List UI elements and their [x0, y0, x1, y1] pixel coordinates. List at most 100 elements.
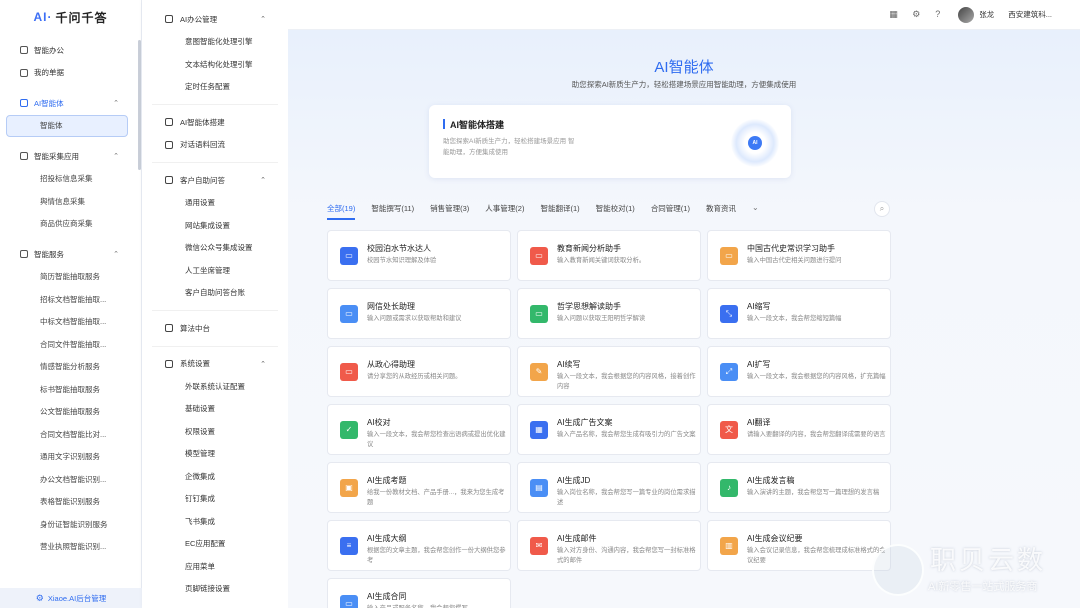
- sidebar-item-opinion-collection[interactable]: 舆情信息采集: [0, 190, 141, 213]
- chevron-up-icon: ⌃: [260, 16, 266, 23]
- menu-item[interactable]: 微信公众号集成设置: [142, 237, 288, 260]
- agent-card-title: AI生成广告文案: [557, 418, 613, 427]
- agent-card[interactable]: ✎ AI续写 输入一段文本，我会根据您的内容风格，接着创作内容: [517, 346, 701, 397]
- sidebar-item-my-documents[interactable]: 我的单据: [0, 62, 141, 85]
- menu-item[interactable]: 文本结构化处理引擎: [142, 53, 288, 76]
- tab-category[interactable]: 人事管理(2): [485, 203, 524, 217]
- app-logo[interactable]: AI· 千问千答: [0, 0, 141, 34]
- agent-card[interactable]: ▭ 网信处长助理 输入问题或需求以获取帮助和建议: [327, 288, 511, 339]
- sidebar-group-ai-agent[interactable]: AI智能体 ⌃: [0, 92, 141, 115]
- sidebar-item-service[interactable]: 合同文件智能抽取...: [0, 333, 141, 356]
- agent-card-desc: 输入演讲的主题，我会帮您写一篇理想的发言稿: [747, 489, 880, 496]
- sidebar-item-service[interactable]: 合同文档智能比对...: [0, 423, 141, 446]
- menu-item[interactable]: 飞书集成: [142, 510, 288, 533]
- sidebar-item-agent[interactable]: 智能体: [6, 114, 128, 137]
- sidebar-item-service[interactable]: 身份证智能识别服务: [0, 513, 141, 536]
- agent-card[interactable]: ≡ AI生成大纲 根据您的文章主题，我会帮您创作一份大纲供您参考: [327, 520, 511, 571]
- user-menu[interactable]: 张龙: [958, 6, 994, 23]
- agent-card[interactable]: ▣ AI生成考题 给我一份教材文档、产品手册...，我来为您生成考题: [327, 462, 511, 513]
- tab-category[interactable]: 全部(19): [327, 203, 356, 220]
- agent-card[interactable]: 文 AI翻译 请输入要翻译的内容，我会帮您翻译成需要的语言: [707, 404, 891, 455]
- menu-section-agent-build[interactable]: AI智能体搭建: [142, 111, 288, 134]
- page-title: AI智能体: [654, 59, 714, 76]
- agent-card[interactable]: ▥ AI生成会议纪要 输入会议记录信息，我会帮您梳理成标准格式的会议纪要: [707, 520, 891, 571]
- menu-item[interactable]: 页脚链接设置: [142, 578, 288, 601]
- book-icon: ▭: [720, 247, 738, 265]
- menu-item[interactable]: EC应用配置: [142, 533, 288, 556]
- chat-icon: ▭: [340, 363, 358, 381]
- chevron-down-icon[interactable]: ⌄: [752, 203, 759, 217]
- agent-card[interactable]: ▭ 从政心得助理 请分享您的从政经历或相关问题。: [327, 346, 511, 397]
- exam-icon: ▣: [340, 479, 358, 497]
- menu-item[interactable]: 企微集成: [142, 465, 288, 488]
- agent-card[interactable]: ▭ 教育新闻分析助手 输入教育新闻关键词获取分析。: [517, 230, 701, 281]
- page-subtitle: 助您探索AI新质生产力，轻松搭建场景应用智能助理，方便集成使用: [571, 80, 797, 89]
- settings-icon[interactable]: ⚙: [912, 10, 921, 19]
- office-icon: [165, 15, 173, 24]
- agent-card-desc: 输入一段文本，我会帮您缩短篇幅: [747, 315, 842, 322]
- sidebar-item-service[interactable]: 营业执照智能识别...: [0, 536, 141, 559]
- agent-card[interactable]: ▭ 哲学思想解读助手 输入问题以获取王阳明哲学解读: [517, 288, 701, 339]
- agent-card-title: 哲学思想解读助手: [557, 302, 621, 311]
- agent-card[interactable]: ▭ 中国古代史常识学习助手 输入中国古代史相关问题进行提问: [707, 230, 891, 281]
- menu-item[interactable]: 外联系统认证配置: [142, 375, 288, 398]
- agent-card-title: 校园泊水节水达人: [367, 244, 431, 253]
- menu-item[interactable]: 客户自助问答台账: [142, 282, 288, 305]
- tab-category[interactable]: 智能撰写(11): [371, 203, 414, 217]
- sidebar-scrollbar[interactable]: [138, 40, 141, 170]
- sidebar-item-service[interactable]: 办公文档智能识别...: [0, 468, 141, 491]
- tab-category[interactable]: 智能校对(1): [596, 203, 635, 217]
- tab-category[interactable]: 合同管理(1): [651, 203, 690, 217]
- agent-build-card[interactable]: AI智能体搭建 助您探索AI新质生产力，轻松搭建场景应用 智能助理，方便集成使用…: [429, 105, 791, 178]
- sidebar-item-service[interactable]: 简历智能抽取服务: [0, 266, 141, 289]
- sidebar-item-service[interactable]: 情感智能分析服务: [0, 356, 141, 379]
- sidebar-item-service[interactable]: 表格智能识别服务: [0, 491, 141, 514]
- agent-card[interactable]: ▤ AI生成JD 输入岗位名称，我会帮您写一篇专业的岗位需求描述: [517, 462, 701, 513]
- sidebar-item-bid-collection[interactable]: 招投标信息采集: [0, 168, 141, 191]
- sidebar-item-service[interactable]: 标书智能抽取服务: [0, 378, 141, 401]
- sidebar-item-service[interactable]: 公文智能抽取服务: [0, 401, 141, 424]
- sidebar-item-supplier-collection[interactable]: 商品供应商采集: [0, 213, 141, 236]
- sidebar-item-service[interactable]: 招标文档智能抽取...: [0, 288, 141, 311]
- agent-card[interactable]: ▭ AI生成合同输入产品或服务名称，我会帮您撰写: [327, 578, 511, 608]
- menu-item[interactable]: 应用菜单: [142, 555, 288, 578]
- menu-item[interactable]: 网站集成设置: [142, 214, 288, 237]
- agent-card[interactable]: ♪ AI生成发言稿 输入演讲的主题，我会帮您写一篇理想的发言稿: [707, 462, 891, 513]
- tab-category[interactable]: 智能翻译(1): [540, 203, 579, 217]
- admin-backend-link[interactable]: ⚙ Xiaoe.AI后台管理: [0, 588, 142, 608]
- ad-icon: ▦: [530, 421, 548, 439]
- menu-item[interactable]: 基础设置: [142, 398, 288, 421]
- sidebar-item-smart-office[interactable]: 智能办公: [0, 39, 141, 62]
- sidebar-item-service[interactable]: 通用文字识别服务: [0, 446, 141, 469]
- chevron-up-icon: ⌃: [260, 360, 266, 368]
- menu-item[interactable]: 定时任务配置: [142, 76, 288, 99]
- sidebar-group-collection[interactable]: 智能采集应用 ⌃: [0, 145, 141, 168]
- menu-section-ai-office[interactable]: AI办公管理 ⌃: [142, 8, 288, 31]
- help-icon[interactable]: ?: [935, 10, 944, 19]
- menu-item[interactable]: 权限设置: [142, 420, 288, 443]
- menu-item[interactable]: 钉钉集成: [142, 488, 288, 511]
- menu-item[interactable]: 意图智能化处理引擎: [142, 31, 288, 54]
- agent-card[interactable]: ▦ AI生成广告文案 输入产品名称，我会帮您生成有吸引力的广告文案: [517, 404, 701, 455]
- agent-card[interactable]: ✓ AI校对 输入一段文本，我会帮您检查出语病或提出优化建议: [327, 404, 511, 455]
- sidebar-item-service[interactable]: 中标文档智能抽取...: [0, 311, 141, 334]
- tab-category[interactable]: 销售管理(3): [430, 203, 469, 217]
- outline-icon: ≡: [340, 537, 358, 555]
- search-icon[interactable]: ⌕: [874, 201, 890, 217]
- menu-section-corpus-return[interactable]: 对话语料回流: [142, 134, 288, 157]
- menu-section-self-service[interactable]: 客户自助问答 ⌃: [142, 169, 288, 192]
- menu-section-algorithm[interactable]: 算法中台: [142, 317, 288, 340]
- grid-icon[interactable]: ▦: [889, 10, 898, 19]
- menu-item[interactable]: 模型管理: [142, 443, 288, 466]
- menu-item[interactable]: 人工坐席管理: [142, 259, 288, 282]
- menu-item[interactable]: 通用设置: [142, 192, 288, 215]
- agent-card[interactable]: ✉ AI生成邮件 输入对方身份、沟通内容，我会帮您写一封标准格式的邮件: [517, 520, 701, 571]
- menu-section-system-settings[interactable]: 系统设置 ⌃: [142, 353, 288, 376]
- agent-card[interactable]: ▭ 校园泊水节水达人 校园节水知识理解及体验: [327, 230, 511, 281]
- tab-category[interactable]: 教育资讯: [706, 203, 736, 217]
- agent-card[interactable]: ⤡ AI缩写 输入一段文本，我会帮您缩短篇幅: [707, 288, 891, 339]
- sidebar-group-smart-service[interactable]: 智能服务 ⌃: [0, 243, 141, 266]
- org-selector[interactable]: 西安建筑科...: [1008, 9, 1052, 20]
- agent-card-desc: 输入岗位名称，我会帮您写一篇专业的岗位需求描述: [557, 489, 696, 506]
- agent-card[interactable]: ⤢ AI扩写 输入一段文本，我会根据您的内容风格，扩充篇幅: [707, 346, 891, 397]
